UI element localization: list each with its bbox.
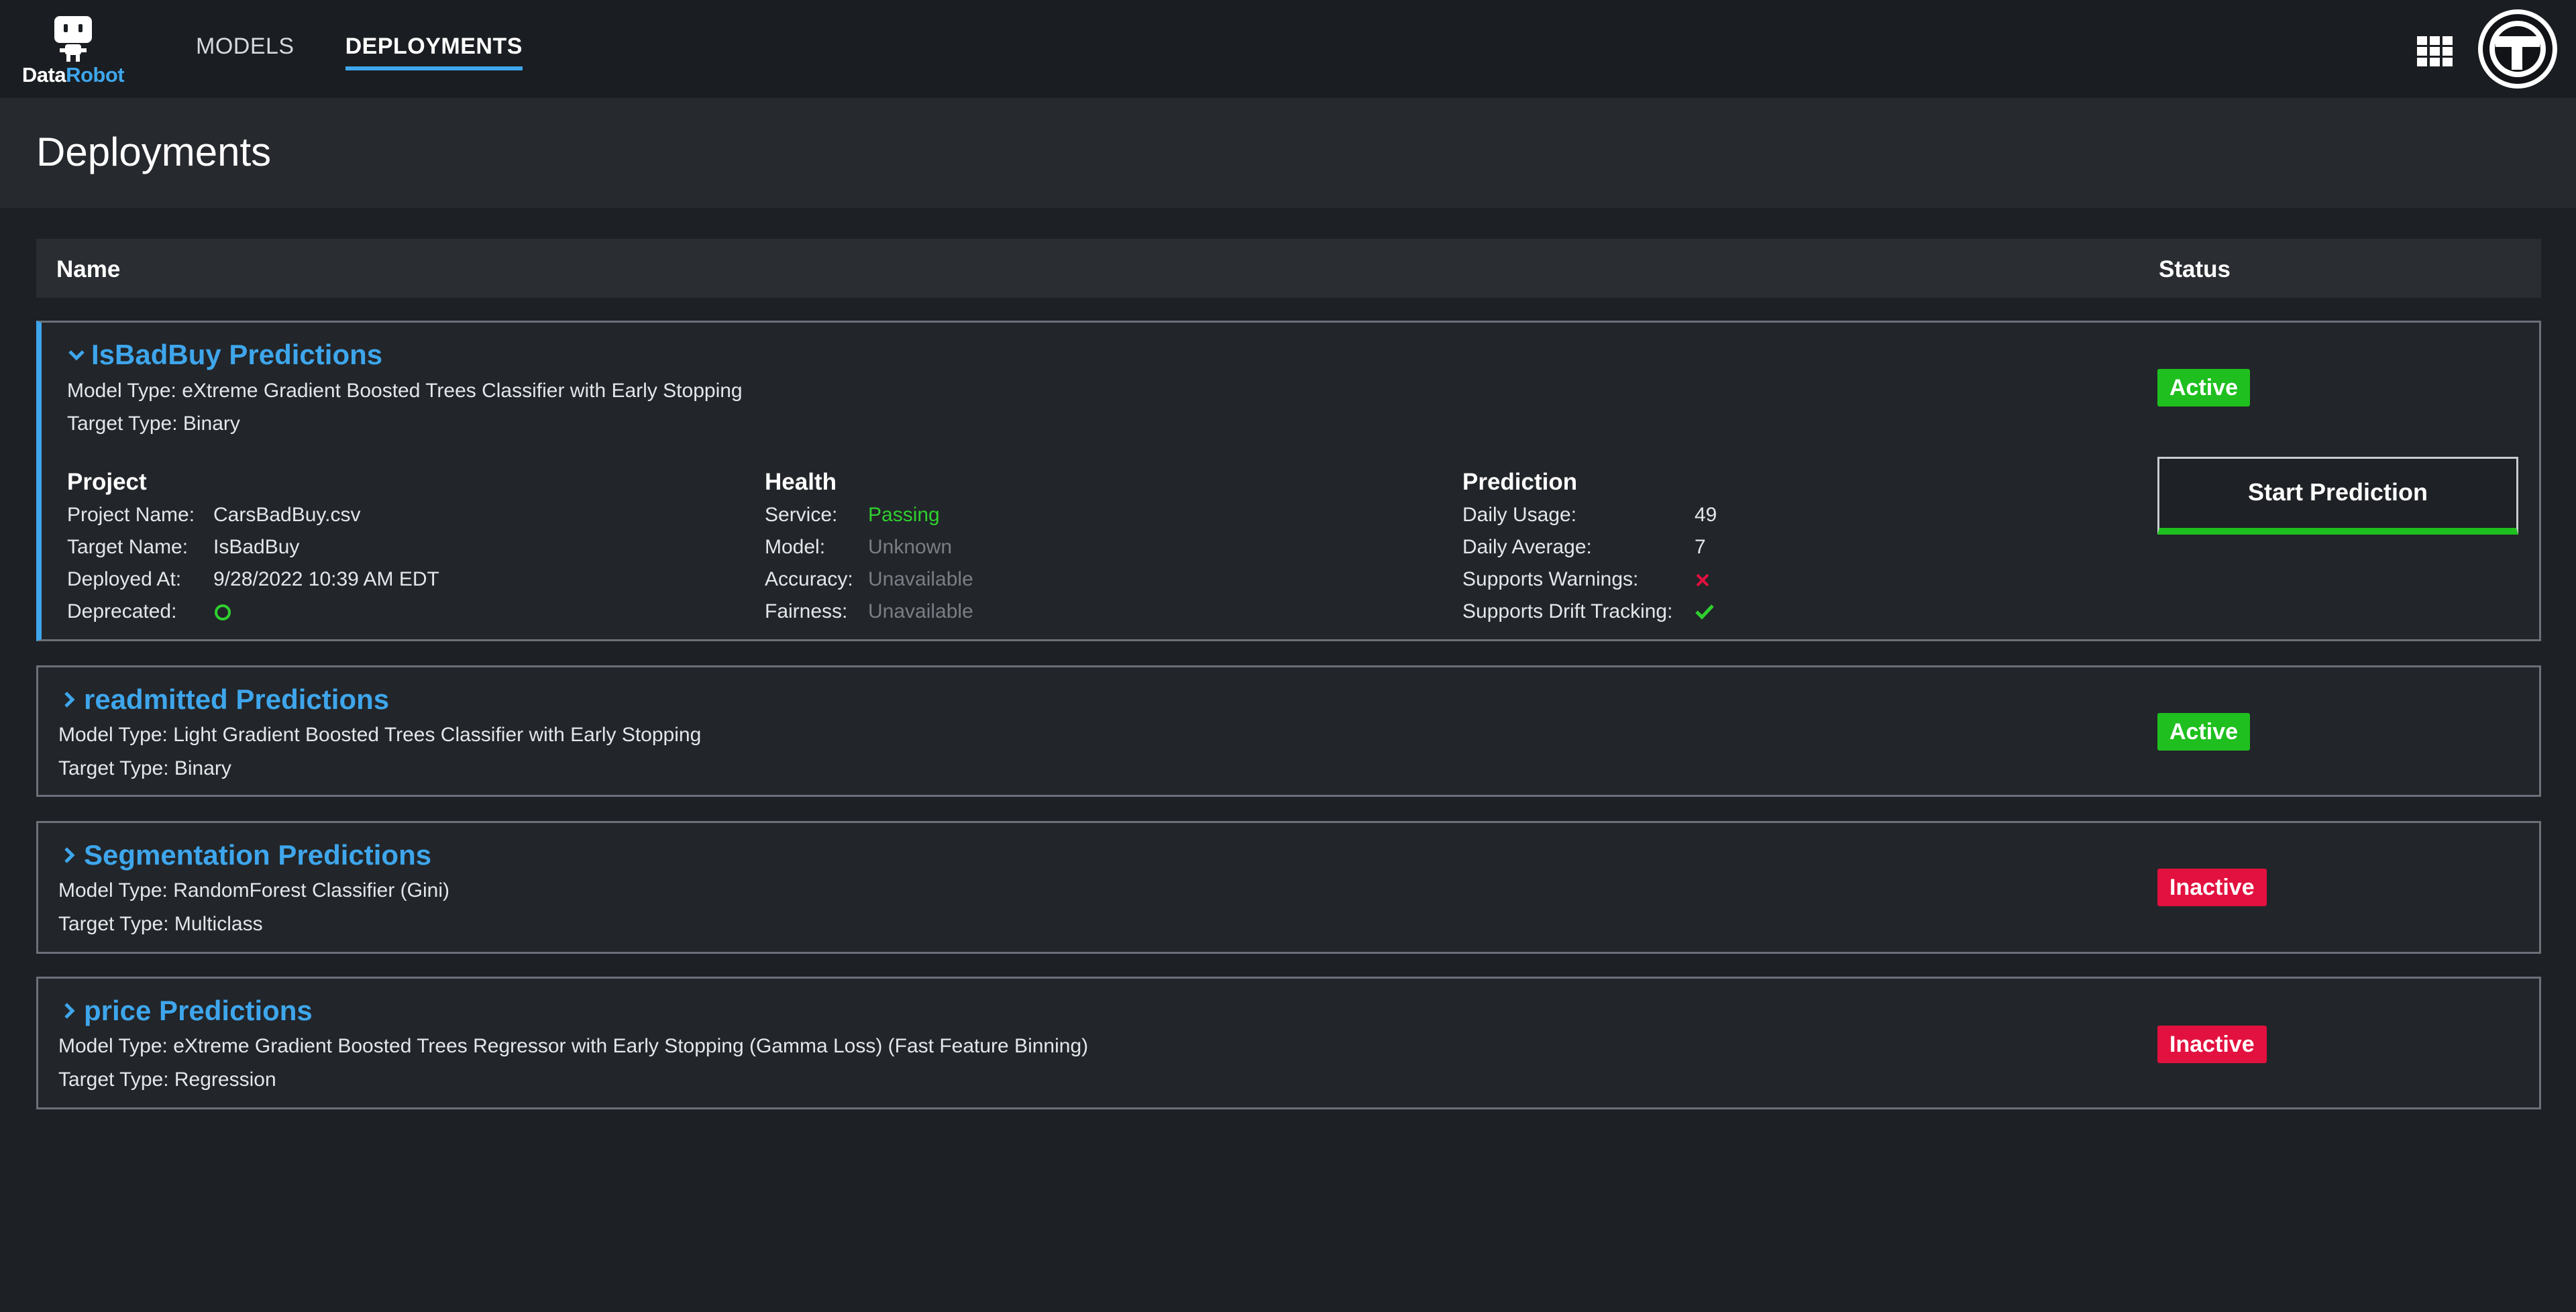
health-heading: Health bbox=[765, 469, 837, 495]
target-type: Target Type: Multiclass bbox=[58, 913, 263, 935]
service-value: Passing bbox=[868, 504, 940, 526]
deployment-title[interactable]: Segmentation Predictions bbox=[60, 839, 431, 871]
page-header: Deployments bbox=[0, 98, 2576, 208]
deployed-at-value: 9/28/2022 10:39 AM EDT bbox=[213, 568, 439, 590]
target-type: Target Type: Binary bbox=[67, 413, 240, 435]
label: Fairness: bbox=[765, 600, 848, 622]
target-type: Target Type: Binary bbox=[58, 757, 231, 779]
label: Daily Average: bbox=[1462, 536, 1592, 558]
label: Model: bbox=[765, 536, 826, 558]
start-prediction-button[interactable]: Start Prediction bbox=[2157, 457, 2518, 535]
label: Supports Drift Tracking: bbox=[1462, 600, 1673, 622]
label: Service: bbox=[765, 504, 838, 526]
chevron-right-icon[interactable] bbox=[60, 843, 78, 867]
top-bar: DataRobot MODELS DEPLOYMENTS bbox=[0, 0, 2576, 98]
column-header-name[interactable]: Name bbox=[56, 256, 120, 283]
nav-models[interactable]: MODELS bbox=[196, 34, 294, 70]
label: Deprecated: bbox=[67, 600, 177, 622]
daily-average-value: 7 bbox=[1695, 536, 1706, 558]
nav-deployments[interactable]: DEPLOYMENTS bbox=[345, 34, 523, 70]
avatar-logo-icon bbox=[2483, 14, 2553, 84]
status-badge: Inactive bbox=[2157, 1026, 2267, 1063]
deployment-row[interactable]: price Predictions Model Type: eXtreme Gr… bbox=[36, 977, 2541, 1109]
chevron-right-icon[interactable] bbox=[60, 688, 78, 712]
label: Project Name: bbox=[67, 504, 195, 526]
datarobot-logo[interactable]: DataRobot bbox=[17, 15, 129, 89]
deployment-title[interactable]: price Predictions bbox=[60, 995, 313, 1027]
model-type: Model Type: Light Gradient Boosted Trees… bbox=[58, 724, 702, 746]
label: Daily Usage: bbox=[1462, 504, 1577, 526]
status-badge: Inactive bbox=[2157, 869, 2267, 906]
label: Supports Warnings: bbox=[1462, 568, 1639, 590]
daily-usage-value: 49 bbox=[1695, 504, 1717, 526]
circle-icon bbox=[215, 604, 231, 620]
chevron-right-icon[interactable] bbox=[60, 999, 78, 1023]
deployment-row[interactable]: IsBadBuy Predictions Model Type: eXtreme… bbox=[36, 321, 2541, 641]
label: Deployed At: bbox=[67, 568, 182, 590]
checkmark-icon bbox=[1695, 604, 1714, 620]
app-grid-icon[interactable] bbox=[2417, 36, 2453, 67]
chevron-down-icon[interactable] bbox=[67, 343, 86, 367]
accuracy-value: Unavailable bbox=[868, 568, 973, 590]
deployment-title[interactable]: IsBadBuy Predictions bbox=[67, 339, 382, 371]
x-icon bbox=[1696, 573, 1709, 587]
model-type: Model Type: eXtreme Gradient Boosted Tre… bbox=[67, 380, 743, 402]
status-badge: Active bbox=[2157, 713, 2251, 751]
deployment-row[interactable]: readmitted Predictions Model Type: Light… bbox=[36, 665, 2541, 797]
column-header-status[interactable]: Status bbox=[2159, 256, 2231, 283]
user-avatar[interactable] bbox=[2478, 9, 2557, 89]
logo-text: DataRobot bbox=[21, 63, 125, 87]
prediction-heading: Prediction bbox=[1462, 469, 1578, 495]
model-type: Model Type: eXtreme Gradient Boosted Tre… bbox=[58, 1035, 1089, 1057]
model-type: Model Type: RandomForest Classifier (Gin… bbox=[58, 879, 449, 901]
table-header: Name Status bbox=[36, 239, 2541, 298]
target-name-value: IsBadBuy bbox=[213, 536, 300, 558]
label: Target Name: bbox=[67, 536, 189, 558]
fairness-value: Unavailable bbox=[868, 600, 973, 622]
model-health-value: Unknown bbox=[868, 536, 953, 558]
deployment-title[interactable]: readmitted Predictions bbox=[60, 684, 389, 716]
label: Accuracy: bbox=[765, 568, 853, 590]
deployment-row[interactable]: Segmentation Predictions Model Type: Ran… bbox=[36, 821, 2541, 954]
project-heading: Project bbox=[67, 469, 147, 495]
project-name-value: CarsBadBuy.csv bbox=[213, 504, 361, 526]
page-title: Deployments bbox=[36, 129, 272, 174]
status-badge: Active bbox=[2157, 369, 2251, 406]
main-nav: MODELS DEPLOYMENTS bbox=[196, 34, 523, 70]
robot-icon bbox=[54, 16, 92, 62]
target-type: Target Type: Regression bbox=[58, 1069, 276, 1091]
